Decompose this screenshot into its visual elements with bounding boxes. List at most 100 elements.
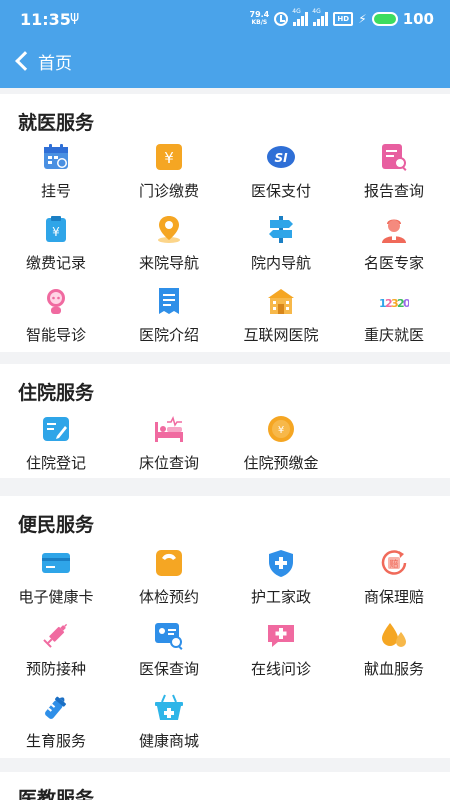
svg-text:SI: SI	[274, 151, 288, 165]
signal-2-tag: 4G	[312, 8, 321, 15]
network-speed: 79.4 KB/S	[250, 11, 270, 27]
back-icon[interactable]	[15, 51, 35, 71]
item-label: 住院预缴金	[243, 454, 319, 472]
section-medical-education-services: 医教服务	[0, 772, 450, 800]
outpatient-payment-button[interactable]: ¥ 门诊缴费	[113, 142, 225, 210]
hd-icon: HD	[333, 12, 354, 26]
item-label: 医院介绍	[138, 326, 199, 344]
status-indicators: 79.4 KB/S 4G 4G HD ⚡ 100	[250, 8, 435, 28]
item-label: 互联网医院	[243, 326, 319, 344]
item-label: 重庆就医	[363, 326, 424, 344]
health-card-button[interactable]: 电子健康卡	[0, 548, 112, 616]
claim-refresh-icon: 赔	[381, 550, 407, 575]
item-label: 床位查询	[138, 454, 199, 472]
caregiver-housekeeping-button[interactable]: 护工家政	[225, 548, 337, 616]
payment-record-icon: ¥	[46, 216, 66, 242]
item-label: 挂号	[40, 182, 71, 200]
item-label: 缴费记录	[25, 254, 86, 272]
document-icon	[159, 288, 179, 314]
status-bar: 11:35 ψ 79.4 KB/S 4G 4G HD ⚡ 100	[0, 0, 450, 40]
item-label: 门诊缴费	[138, 182, 199, 200]
item-label: 医保支付	[250, 182, 311, 200]
scale-icon	[156, 550, 182, 576]
usb-icon: ψ	[70, 9, 80, 25]
hospital-building-icon	[268, 289, 294, 314]
checkup-booking-button[interactable]: 体检预约	[113, 548, 225, 616]
report-query-button[interactable]: 报告查询	[338, 142, 450, 210]
item-label: 智能导诊	[25, 326, 86, 344]
famous-doctors-button[interactable]: 名医专家	[338, 214, 450, 282]
item-label: 名医专家	[363, 254, 424, 272]
status-time: 11:35	[20, 10, 71, 29]
item-label: 生育服务	[25, 732, 86, 750]
deposit-coin-icon: ¥	[268, 416, 294, 442]
section-title: 住院服务	[18, 382, 95, 404]
section-title: 医教服务	[18, 788, 95, 800]
back-button[interactable]: 首页	[38, 49, 72, 74]
online-consult-button[interactable]: 在线问诊	[225, 620, 337, 688]
indoor-navigation-button[interactable]: 院内导航	[225, 214, 337, 282]
health-mall-button[interactable]: 健康商城	[113, 692, 225, 760]
item-label: 报告查询	[363, 182, 424, 200]
section-convenience-services: 便民服务 电子健康卡 体检预约 护工家政 赔 商保理赔 预防接种 医保查询 在线…	[0, 496, 450, 758]
battery-level: 100	[402, 10, 434, 28]
calendar-icon	[44, 144, 68, 169]
section-medical-services: 就医服务 挂号 ¥ 门诊缴费 SI 医保支付 报告查询 ¥ 缴费记录 来院导航 …	[0, 94, 450, 352]
battery-icon	[371, 12, 398, 26]
item-label: 体检预约	[138, 588, 199, 606]
basket-plus-icon	[155, 694, 183, 720]
chongqing-medical-button[interactable]: 1 2 3 2 0 重庆就医	[338, 286, 450, 354]
item-label: 商保理赔	[363, 588, 424, 606]
hospital-navigation-button[interactable]: 来院导航	[113, 214, 225, 282]
section-title: 就医服务	[18, 112, 95, 134]
syringe-icon	[43, 623, 68, 648]
baby-bottle-icon	[45, 696, 66, 719]
item-label: 预防接种	[25, 660, 86, 678]
si-badge-icon: SI	[267, 146, 295, 168]
insurance-query-button[interactable]: 医保查询	[113, 620, 225, 688]
item-label: 来院导航	[138, 254, 199, 272]
internet-hospital-button[interactable]: 互联网医院	[225, 286, 337, 354]
svg-text:0: 0	[403, 297, 409, 310]
item-label: 住院登记	[25, 454, 86, 472]
doctor-icon	[382, 219, 406, 243]
admission-register-button[interactable]: 住院登记	[0, 414, 112, 482]
insurance-payment-button[interactable]: SI 医保支付	[225, 142, 337, 210]
svg-text:¥: ¥	[52, 225, 60, 239]
hospital-intro-button[interactable]: 医院介绍	[113, 286, 225, 354]
svg-text:¥: ¥	[278, 425, 284, 436]
item-label: 健康商城	[138, 732, 199, 750]
prepayment-button[interactable]: ¥ 住院预缴金	[225, 414, 337, 482]
vaccination-button[interactable]: 预防接种	[0, 620, 112, 688]
item-label: 院内导航	[250, 254, 311, 272]
12320-logo-icon: 1 2 3 2 0	[379, 297, 409, 310]
register-appointment-button[interactable]: 挂号	[0, 142, 112, 210]
section-inpatient-services: 住院服务 住院登记 床位查询 ¥ 住院预缴金	[0, 364, 450, 478]
maternity-service-button[interactable]: 生育服务	[0, 692, 112, 760]
shield-plus-icon	[269, 550, 293, 577]
insurance-claim-button[interactable]: 赔 商保理赔	[338, 548, 450, 616]
signal-icon: 4G	[292, 8, 309, 26]
bed-query-button[interactable]: 床位查询	[113, 414, 225, 482]
chat-plus-icon	[268, 625, 294, 647]
blood-donation-button[interactable]: 献血服务	[338, 620, 450, 688]
alarm-icon	[274, 12, 289, 26]
yen-icon: ¥	[156, 144, 182, 170]
top-bar: 11:35 ψ 79.4 KB/S 4G 4G HD ⚡ 100 首页	[0, 0, 450, 88]
svg-text:¥: ¥	[164, 149, 174, 167]
blood-drop-icon	[382, 623, 406, 647]
signal-icon: 4G	[312, 8, 329, 26]
item-label: 护工家政	[250, 588, 311, 606]
network-speed-value: 79.4	[249, 10, 270, 19]
robot-icon	[47, 289, 65, 314]
section-title: 便民服务	[18, 514, 95, 536]
smart-guide-button[interactable]: 智能导诊	[0, 286, 112, 354]
item-label: 医保查询	[138, 660, 199, 678]
card-icon	[42, 553, 70, 573]
svg-text:赔: 赔	[389, 558, 398, 570]
signal-1-tag: 4G	[292, 8, 301, 15]
payment-record-button[interactable]: ¥ 缴费记录	[0, 214, 112, 282]
item-label: 在线问诊	[250, 660, 311, 678]
item-label: 献血服务	[363, 660, 424, 678]
nav-bar: 首页	[0, 40, 450, 88]
